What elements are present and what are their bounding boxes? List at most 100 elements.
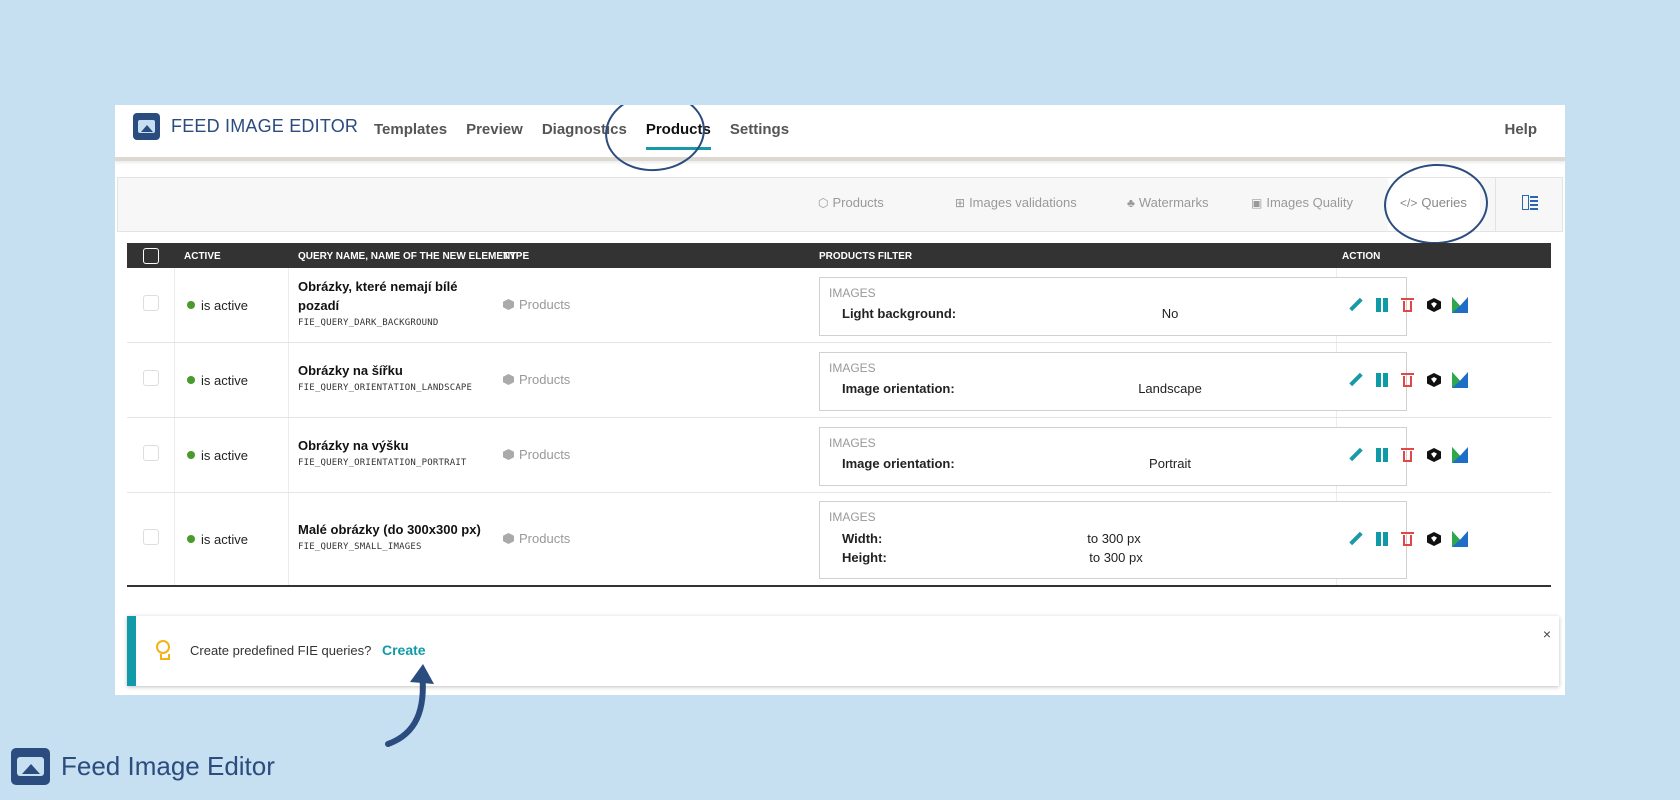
pause-icon[interactable] bbox=[1374, 447, 1390, 463]
filter-group: IMAGES bbox=[829, 436, 876, 450]
top-navigation: FEED IMAGE EDITOR Templates Preview Diag… bbox=[115, 105, 1565, 177]
edit-icon[interactable] bbox=[1348, 372, 1364, 388]
footer-brand: Feed Image Editor bbox=[11, 748, 275, 785]
type-label: Products bbox=[519, 447, 571, 462]
type-cell: Products bbox=[503, 531, 570, 546]
image-icon: ▣ bbox=[1251, 196, 1263, 210]
nav-preview[interactable]: Preview bbox=[466, 121, 523, 138]
tab-images-quality[interactable]: ▣ Images Quality bbox=[1251, 195, 1353, 210]
annotation-circle-queries bbox=[1381, 161, 1491, 247]
image-logo-icon bbox=[11, 748, 50, 785]
filter-group: IMAGES bbox=[829, 286, 876, 300]
row-checkbox[interactable] bbox=[143, 295, 159, 311]
query-name-cell: Obrázky, které nemají bílé pozadí FIE_QU… bbox=[298, 277, 498, 328]
products-filter-box: IMAGES Image orientation: Portrait bbox=[819, 427, 1407, 486]
select-all-checkbox[interactable] bbox=[143, 248, 159, 264]
status-active: is active bbox=[187, 298, 248, 313]
merchant-export-icon[interactable] bbox=[1452, 372, 1468, 388]
footer-brand-text: Feed Image Editor bbox=[61, 751, 275, 781]
query-code: FIE_QUERY_ORIENTATION_PORTRAIT bbox=[298, 458, 467, 468]
table-row: is active Obrázky na šířku FIE_QUERY_ORI… bbox=[127, 343, 1551, 418]
tab-images-quality-label: Images Quality bbox=[1266, 195, 1354, 210]
pause-icon[interactable] bbox=[1374, 531, 1390, 547]
nav-templates[interactable]: Templates bbox=[374, 121, 447, 138]
edit-icon[interactable] bbox=[1348, 447, 1364, 463]
header-query-name: QUERY NAME, NAME OF THE NEW ELEMENT bbox=[298, 251, 517, 262]
box-icon bbox=[503, 533, 514, 544]
type-cell: Products bbox=[503, 297, 570, 312]
type-label: Products bbox=[519, 372, 571, 387]
status-active: is active bbox=[187, 373, 248, 388]
query-name-cell: Malé obrázky (do 300x300 px) FIE_QUERY_S… bbox=[298, 520, 498, 552]
create-link[interactable]: Create bbox=[382, 642, 426, 658]
tab-watermarks-label: Watermarks bbox=[1138, 195, 1209, 210]
row-checkbox[interactable] bbox=[143, 529, 159, 545]
box-icon[interactable] bbox=[1426, 297, 1442, 313]
trash-icon[interactable] bbox=[1400, 531, 1416, 547]
trash-icon[interactable] bbox=[1400, 372, 1416, 388]
image-logo-icon bbox=[133, 113, 160, 140]
status-active: is active bbox=[187, 448, 248, 463]
close-icon[interactable]: × bbox=[1543, 626, 1551, 642]
filter-group: IMAGES bbox=[829, 361, 876, 375]
main-nav: Templates Preview Diagnostics Products S… bbox=[374, 121, 808, 150]
tab-images-validations[interactable]: ⊞ Images validations bbox=[955, 195, 1077, 210]
type-label: Products bbox=[519, 297, 571, 312]
edit-icon[interactable] bbox=[1348, 297, 1364, 313]
edit-icon[interactable] bbox=[1348, 531, 1364, 547]
sub-tabs: ⬡ Products ⊞ Images validations ♣ Watermark… bbox=[117, 161, 1563, 247]
products-filter-box: IMAGES Light background: No bbox=[819, 277, 1407, 336]
filter-row: Height: to 300 px bbox=[842, 550, 1402, 568]
query-code: FIE_QUERY_SMALL_IMAGES bbox=[298, 542, 422, 552]
lightbulb-icon bbox=[156, 640, 170, 660]
row-actions bbox=[1348, 297, 1478, 313]
filter-row: Width: to 300 px bbox=[842, 531, 1402, 549]
query-name-cell: Obrázky na výšku FIE_QUERY_ORIENTATION_P… bbox=[298, 436, 498, 468]
box-icon[interactable] bbox=[1426, 372, 1442, 388]
annotation-circle-products bbox=[601, 105, 709, 177]
table-row: is active Malé obrázky (do 300x300 px) F… bbox=[127, 493, 1551, 585]
header-products-filter: PRODUCTS FILTER bbox=[819, 251, 913, 262]
layout-toggle-button[interactable] bbox=[1495, 178, 1562, 231]
query-title[interactable]: Malé obrázky (do 300x300 px) bbox=[298, 520, 498, 539]
box-icon[interactable] bbox=[1426, 447, 1442, 463]
type-cell: Products bbox=[503, 372, 570, 387]
query-title[interactable]: Obrázky na šířku bbox=[298, 361, 498, 380]
tab-products-label: Products bbox=[832, 195, 884, 210]
create-queries-notice: Create predefined FIE queries? Create × bbox=[127, 616, 1559, 686]
query-title[interactable]: Obrázky, které nemají bílé pozadí bbox=[298, 277, 498, 315]
brand[interactable]: FEED IMAGE EDITOR bbox=[133, 113, 358, 140]
filter-value: to 300 px bbox=[1089, 550, 1143, 565]
trash-icon[interactable] bbox=[1400, 447, 1416, 463]
merchant-export-icon[interactable] bbox=[1452, 447, 1468, 463]
pause-icon[interactable] bbox=[1374, 297, 1390, 313]
table-header: ACTIVE QUERY NAME, NAME OF THE NEW ELEME… bbox=[127, 243, 1551, 268]
sidebar-layout-icon bbox=[1522, 195, 1538, 210]
pause-icon[interactable] bbox=[1374, 372, 1390, 388]
tab-watermarks[interactable]: ♣ Watermarks bbox=[1127, 195, 1208, 210]
merchant-export-icon[interactable] bbox=[1452, 531, 1468, 547]
merchant-export-icon[interactable] bbox=[1452, 297, 1468, 313]
query-code: FIE_QUERY_DARK_BACKGROUND bbox=[298, 318, 439, 328]
row-checkbox[interactable] bbox=[143, 445, 159, 461]
tab-images-validations-label: Images validations bbox=[969, 195, 1077, 210]
box-icon bbox=[503, 449, 514, 460]
trash-icon[interactable] bbox=[1400, 297, 1416, 313]
nav-settings[interactable]: Settings bbox=[730, 121, 789, 138]
paw-icon: ♣ bbox=[1127, 196, 1135, 210]
nav-help[interactable]: Help bbox=[1504, 121, 1537, 138]
header-type: TYPE bbox=[503, 251, 530, 262]
header-active: ACTIVE bbox=[184, 251, 221, 262]
row-actions bbox=[1348, 531, 1478, 547]
tab-products[interactable]: ⬡ Products bbox=[818, 195, 884, 210]
query-title[interactable]: Obrázky na výšku bbox=[298, 436, 498, 455]
table-bottom-border bbox=[127, 585, 1551, 587]
box-icon: ⬡ bbox=[818, 196, 829, 210]
box-icon[interactable] bbox=[1426, 531, 1442, 547]
products-filter-box: IMAGES Width: to 300 px Height: to 300 p… bbox=[819, 501, 1407, 579]
query-name-cell: Obrázky na šířku FIE_QUERY_ORIENTATION_L… bbox=[298, 361, 498, 393]
grid-icon: ⊞ bbox=[955, 196, 966, 210]
row-checkbox[interactable] bbox=[143, 370, 159, 386]
notice-text: Create predefined FIE queries? bbox=[190, 643, 372, 658]
row-actions bbox=[1348, 372, 1478, 388]
